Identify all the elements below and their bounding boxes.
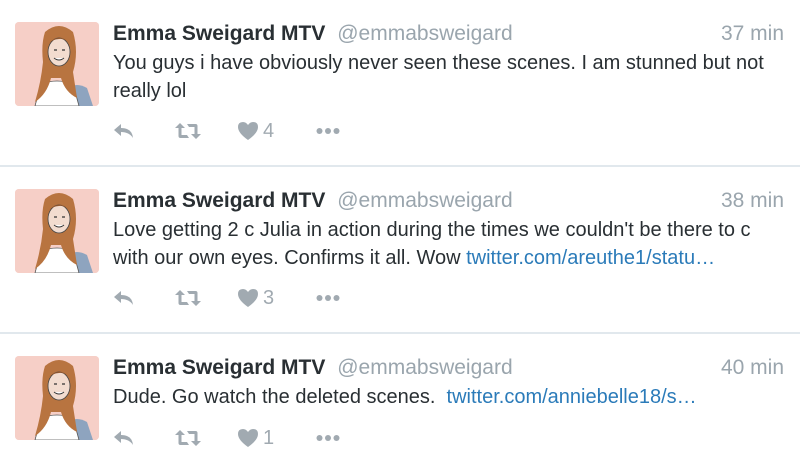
retweet-button[interactable] [175, 117, 237, 145]
more-dots-icon [316, 128, 340, 134]
more-dots-icon [316, 295, 340, 301]
tweet-header: Emma Sweigard MTV @emmabsweigard 40 min [113, 354, 784, 382]
more-button[interactable] [316, 117, 340, 145]
author-name[interactable]: Emma Sweigard MTV [113, 189, 325, 212]
tweet-text: Dude. Go watch the deleted scenes. twitt… [113, 383, 785, 411]
retweet-icon [175, 430, 201, 446]
tweet-actions: 4 [113, 117, 340, 145]
heart-icon [238, 289, 258, 307]
tweet-header: Emma Sweigard MTV @emmabsweigard 37 min [113, 20, 784, 48]
tweet-timeline: Emma Sweigard MTV @emmabsweigard 37 min … [0, 0, 800, 464]
tweet-timestamp[interactable]: 40 min [721, 354, 784, 382]
tweet-timestamp[interactable]: 38 min [721, 187, 784, 215]
tweet-body: You guys i have obviously never seen the… [113, 52, 764, 102]
more-button[interactable] [316, 284, 340, 312]
like-count: 1 [263, 426, 275, 449]
author-name[interactable]: Emma Sweigard MTV [113, 22, 325, 45]
like-count: 4 [263, 119, 275, 142]
tweet-actions: 1 [113, 424, 340, 452]
reply-icon [114, 431, 133, 445]
heart-icon [238, 122, 258, 140]
retweet-icon [175, 290, 201, 306]
tweet-header: Emma Sweigard MTV @emmabsweigard 38 min [113, 187, 784, 215]
tweet-actions: 3 [113, 284, 340, 312]
tweet-text: Love getting 2 c Julia in action during … [113, 216, 785, 272]
reply-button[interactable] [113, 284, 175, 312]
like-button[interactable]: 4 [237, 117, 316, 145]
author-name[interactable]: Emma Sweigard MTV [113, 356, 325, 379]
reply-icon [114, 291, 133, 305]
like-button[interactable]: 3 [237, 284, 316, 312]
tweet-text: You guys i have obviously never seen the… [113, 49, 785, 105]
retweet-icon [175, 123, 201, 139]
reply-icon [114, 124, 133, 138]
tweet-body: Dude. Go watch the deleted scenes. [113, 386, 447, 408]
reply-button[interactable] [113, 117, 175, 145]
avatar[interactable] [15, 189, 99, 273]
like-count: 3 [263, 286, 275, 309]
retweet-button[interactable] [175, 424, 237, 452]
author-handle[interactable]: @emmabsweigard [337, 356, 512, 379]
retweet-button[interactable] [175, 284, 237, 312]
author-handle[interactable]: @emmabsweigard [337, 22, 512, 45]
heart-icon [238, 429, 258, 447]
reply-button[interactable] [113, 424, 175, 452]
tweet-card[interactable]: Emma Sweigard MTV @emmabsweigard 38 min … [0, 167, 800, 334]
avatar[interactable] [15, 22, 99, 106]
author-handle[interactable]: @emmabsweigard [337, 189, 512, 212]
tweet-card[interactable]: Emma Sweigard MTV @emmabsweigard 37 min … [0, 0, 800, 167]
tweet-link[interactable]: twitter.com/areuthe1/statu… [466, 247, 715, 269]
more-button[interactable] [316, 424, 340, 452]
avatar[interactable] [15, 356, 99, 440]
tweet-timestamp[interactable]: 37 min [721, 20, 784, 48]
tweet-link[interactable]: twitter.com/anniebelle18/s… [447, 386, 697, 408]
like-button[interactable]: 1 [237, 424, 316, 452]
more-dots-icon [316, 435, 340, 441]
